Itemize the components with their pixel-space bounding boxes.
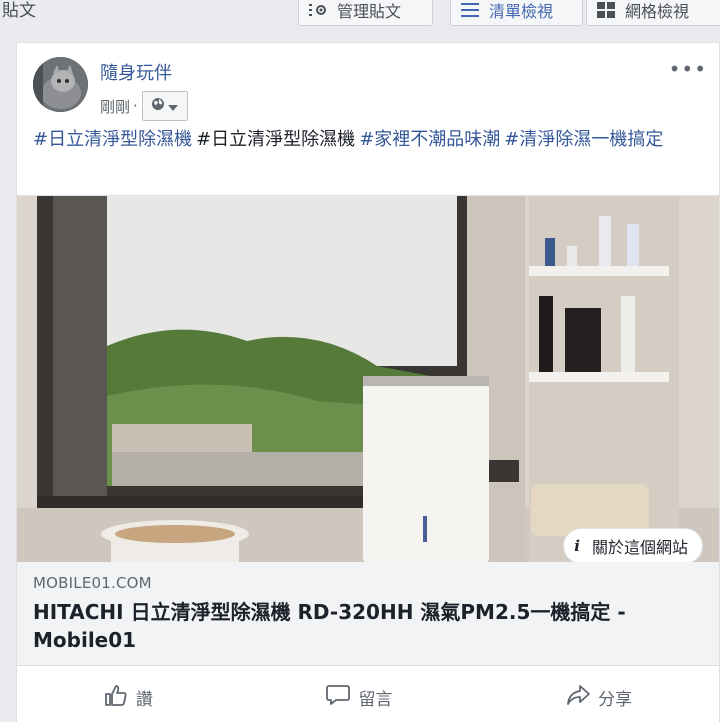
share-button[interactable]: 分享 [566,684,632,711]
like-label: 讚 [135,689,153,710]
post-card: 隨身玩伴 剛剛 · ••• #日立清淨型除濕機 #日立清淨型除濕機 #家裡不潮品味潮… [16,42,720,722]
comment-label: 留言 [358,689,393,710]
hashtag-link[interactable]: #清淨除濕一機搞定 [504,129,663,150]
link-preview-details[interactable]: MOBILE01.COM HITACHI 日立清淨型除濕機 RD-320HH 濕… [17,562,719,666]
info-icon: i [574,537,580,555]
list-view-button[interactable]: 清單檢視 [450,0,583,26]
share-icon [566,684,591,711]
share-label: 分享 [598,689,633,710]
comment-icon [326,684,351,711]
comment-button[interactable]: 留言 [326,684,392,711]
meta-separator: · [133,97,138,115]
about-this-website-button[interactable]: i 關於這個網站 [563,528,703,562]
thumbs-up-icon [104,684,128,711]
grid-view-button[interactable]: 網格檢視 [586,0,720,26]
link-title[interactable]: HITACHI 日立清淨型除濕機 RD-320HH 濕氣PM2.5一機搞定 - … [33,598,693,654]
grid-view-icon [597,1,615,19]
link-domain: MOBILE01.COM [33,574,152,592]
hashtag-link[interactable]: #家裡不潮品味潮 [359,129,500,150]
post-actions: 讚 留言 分享 [17,669,719,722]
manage-posts-button[interactable]: 管理貼文 [298,0,433,26]
manage-posts-label: 管理貼文 [337,2,402,21]
post-author[interactable]: 隨身玩伴 [100,63,172,85]
page-header: 貼文 管理貼文 清單檢視 網格檢視 [0,0,720,30]
post-options-button[interactable]: ••• [669,59,707,79]
hashtag-link[interactable]: #日立清淨型除濕機 [33,129,192,150]
settings-list-icon [309,1,327,19]
section-title: 貼文 [2,1,36,21]
like-button[interactable]: 讚 [104,684,153,711]
grid-view-label: 網格檢視 [625,2,690,21]
author-avatar[interactable] [33,57,88,112]
post-hashtags: #日立清淨型除濕機 #日立清淨型除濕機 #家裡不潮品味潮 #清淨除濕一機搞定 [33,125,693,154]
audience-selector[interactable] [141,91,188,121]
post-timestamp[interactable]: 剛剛 [100,96,130,117]
post-meta: 剛剛 · [100,91,188,121]
link-preview-image[interactable]: i 關於這個網站 [17,195,719,562]
hashtag-text[interactable]: #日立清淨型除濕機 [196,129,355,150]
list-view-label: 清單檢視 [489,2,554,21]
globe-icon [151,97,165,115]
list-view-icon [461,1,479,19]
about-site-label: 關於這個網站 [591,538,688,557]
chevron-down-icon [168,97,179,115]
